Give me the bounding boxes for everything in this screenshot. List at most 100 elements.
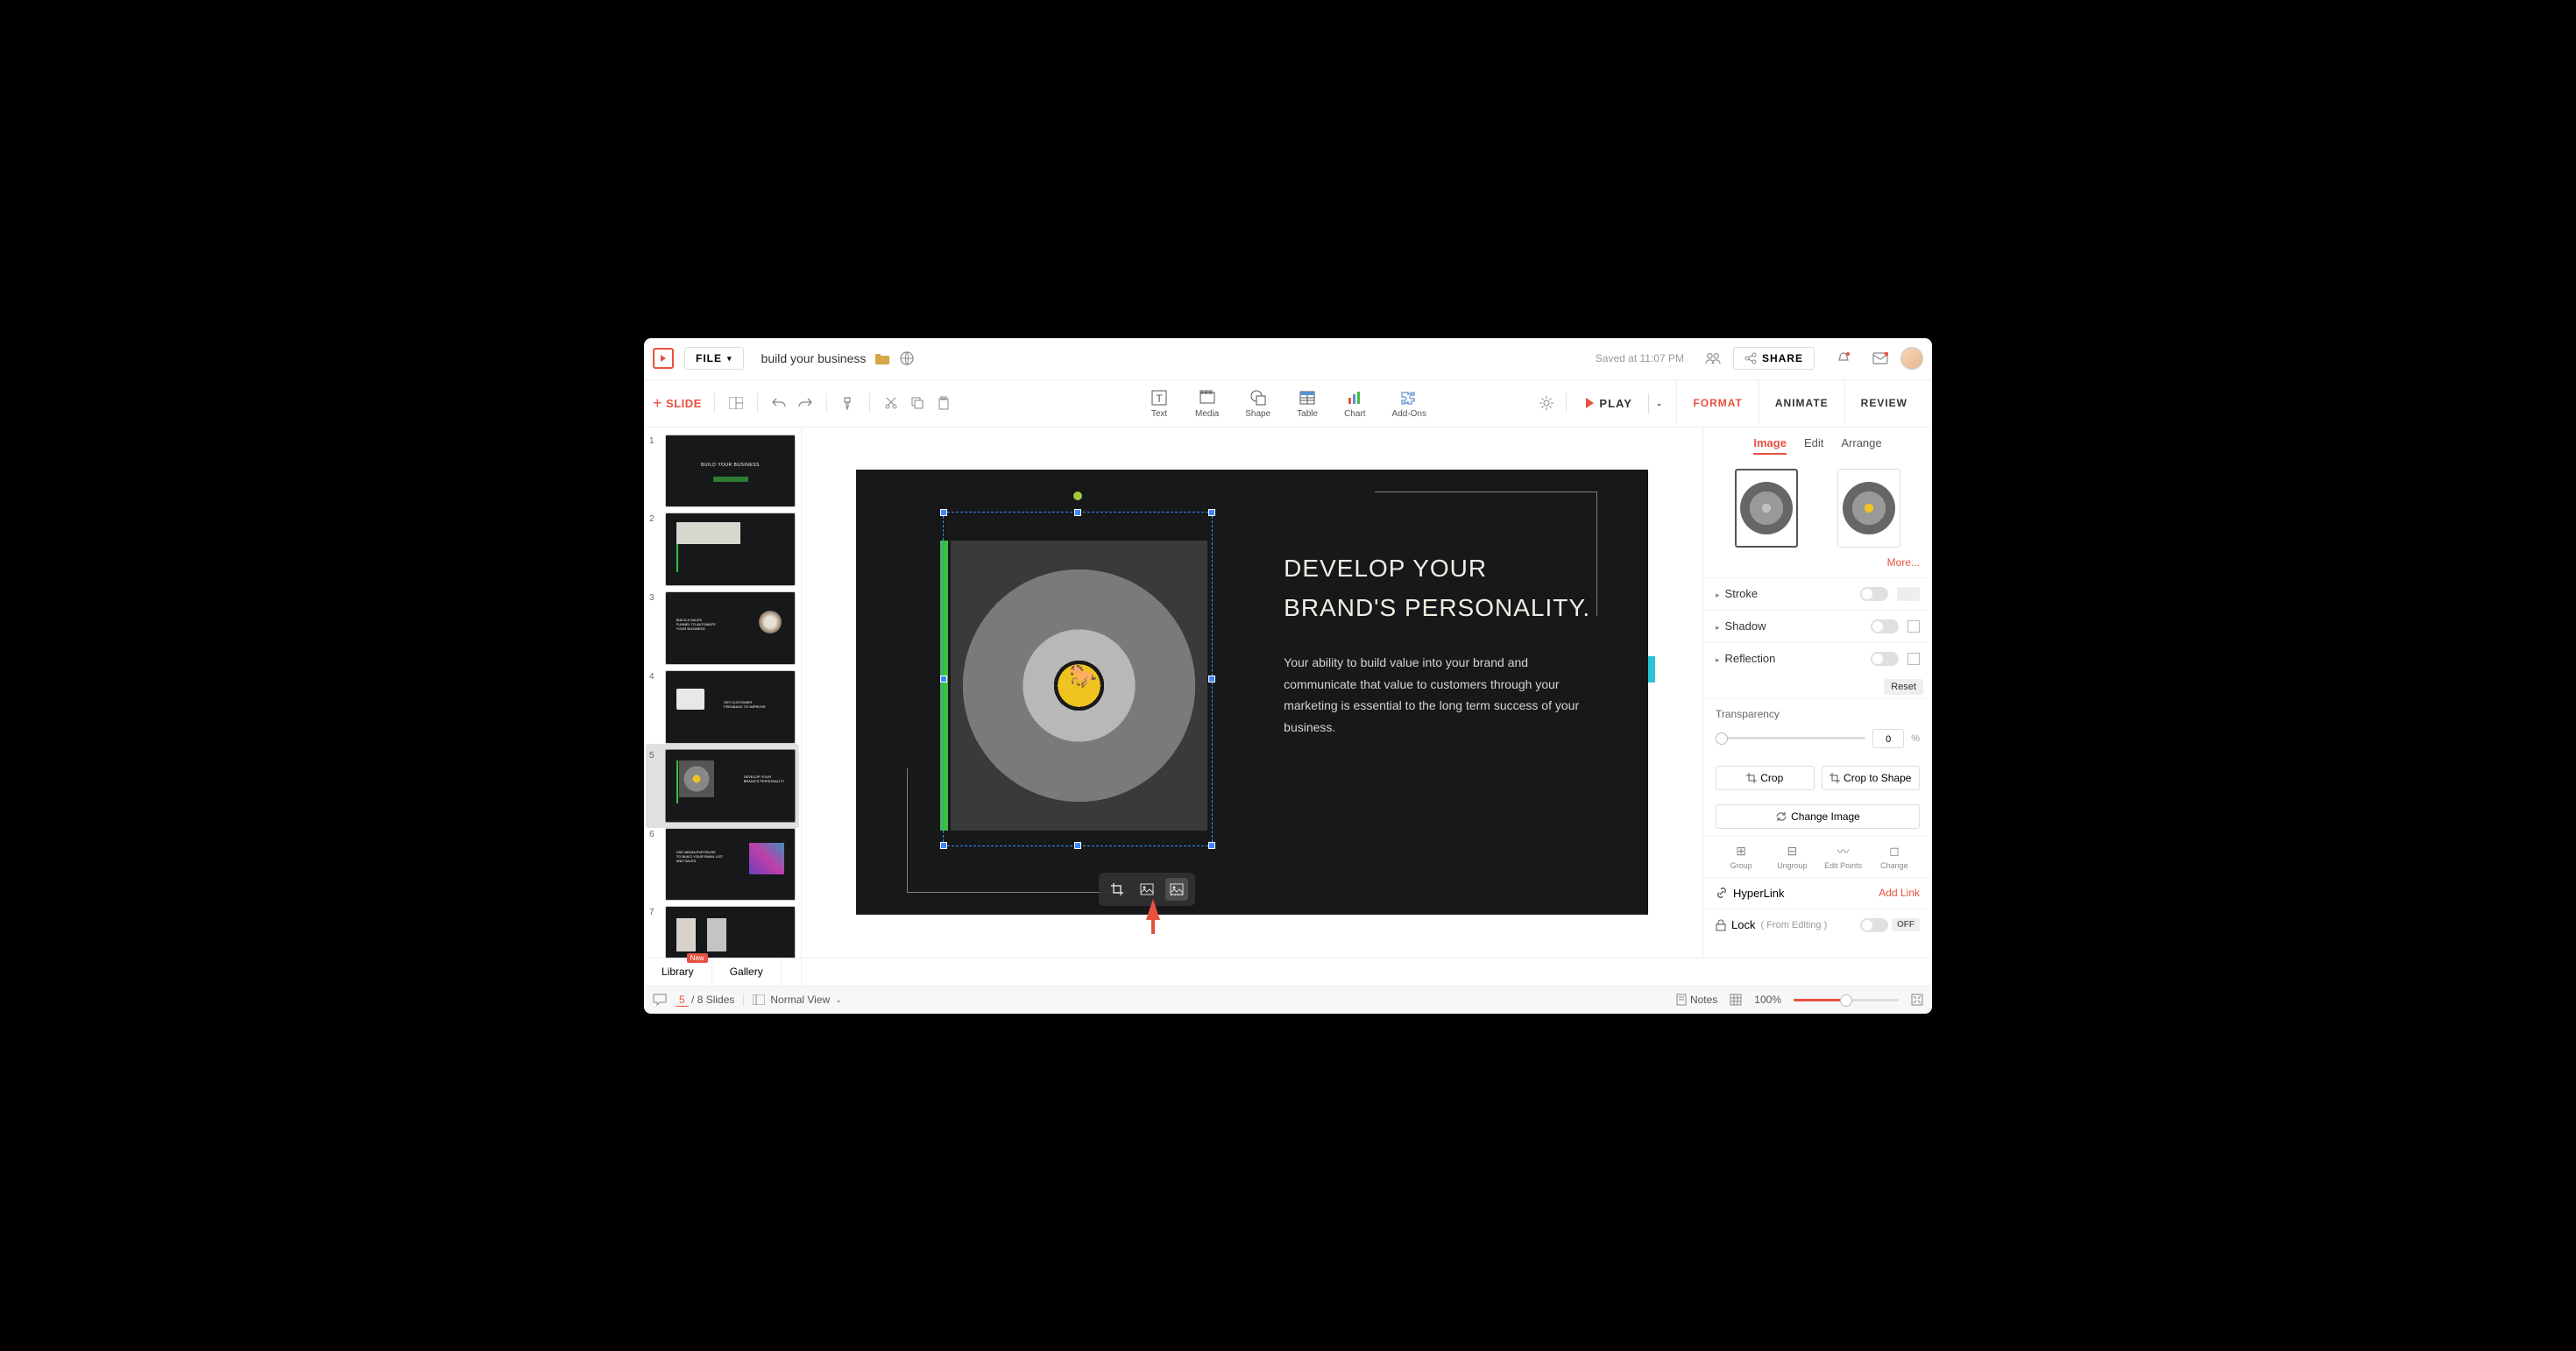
- change-image-button[interactable]: Change Image: [1716, 804, 1920, 829]
- grid-icon[interactable]: [1730, 994, 1742, 1006]
- notes-button[interactable]: Notes: [1676, 994, 1717, 1006]
- copy-icon[interactable]: [909, 394, 926, 412]
- resize-handle[interactable]: [1074, 842, 1081, 849]
- gear-icon[interactable]: [1538, 394, 1555, 412]
- crop-tool-icon[interactable]: [1106, 878, 1129, 901]
- current-slide[interactable]: 🐎 DEVELOP YOUR BRAND'S PERSONALITY. Your…: [856, 470, 1649, 916]
- insert-table[interactable]: Table: [1297, 388, 1318, 419]
- collaborators-icon[interactable]: [1705, 350, 1721, 366]
- play-button[interactable]: PLAY: [1577, 393, 1640, 414]
- thumbnail-6[interactable]: 6USE MEDIA EXPOSURETO BUILD YOUR EMAIL L…: [649, 828, 796, 902]
- resize-handle[interactable]: [940, 676, 947, 683]
- image-preset-2[interactable]: [1837, 469, 1900, 548]
- play-chevron-icon[interactable]: ⌄: [1648, 393, 1670, 414]
- image-settings-icon[interactable]: [1165, 878, 1188, 901]
- file-menu[interactable]: FILE ▾: [684, 347, 744, 370]
- rotation-handle[interactable]: [1073, 492, 1082, 500]
- edit-points-action[interactable]: 〰Edit Points: [1818, 844, 1869, 870]
- panel-tab-edit[interactable]: Edit: [1804, 436, 1823, 455]
- change-action[interactable]: ◻Change: [1869, 844, 1920, 870]
- layout-icon[interactable]: [727, 394, 745, 412]
- chevron-down-icon: ▾: [727, 354, 732, 364]
- selection-outline[interactable]: [943, 512, 1213, 846]
- mail-icon[interactable]: [1872, 350, 1888, 366]
- table-icon: [1298, 388, 1317, 407]
- shadow-preset-icon[interactable]: [1907, 620, 1920, 633]
- undo-icon[interactable]: [770, 394, 788, 412]
- tab-format[interactable]: FORMAT: [1676, 381, 1758, 425]
- tab-review[interactable]: REVIEW: [1844, 381, 1923, 425]
- slide-title[interactable]: DEVELOP YOUR BRAND'S PERSONALITY.: [1284, 549, 1601, 627]
- separator: [869, 393, 870, 413]
- tab-animate[interactable]: ANIMATE: [1759, 381, 1844, 425]
- add-slide-button[interactable]: + SLIDE: [653, 394, 702, 413]
- thumbnail-7[interactable]: 7REPROGRAM YOURMIND FOR BUSINESS SUCCESS: [649, 906, 796, 957]
- slide-body-text[interactable]: Your ability to build value into your br…: [1284, 652, 1601, 738]
- caret-right-icon: ▸: [1716, 591, 1720, 599]
- slide-canvas[interactable]: 🐎 DEVELOP YOUR BRAND'S PERSONALITY. Your…: [802, 428, 1702, 958]
- shadow-row[interactable]: ▸Shadow: [1703, 610, 1932, 642]
- fit-icon[interactable]: [1911, 994, 1923, 1006]
- transparency-slider[interactable]: [1716, 737, 1865, 739]
- library-tab[interactable]: LibraryNew: [644, 958, 712, 986]
- shadow-toggle[interactable]: [1871, 619, 1899, 633]
- paste-icon[interactable]: [935, 394, 952, 412]
- insert-addons[interactable]: Add-Ons: [1392, 388, 1426, 419]
- view-selector[interactable]: Normal View ⌄: [743, 994, 841, 1006]
- thumbnail-1[interactable]: 1BUILD YOUR BUSINESS: [649, 435, 796, 508]
- user-avatar[interactable]: [1900, 347, 1923, 370]
- globe-icon[interactable]: [899, 350, 915, 366]
- resize-handle[interactable]: [1208, 842, 1215, 849]
- thumbnail-2[interactable]: 2: [649, 513, 796, 586]
- zoom-value[interactable]: 100%: [1754, 994, 1781, 1006]
- more-presets-link[interactable]: More...: [1887, 556, 1920, 569]
- reset-button[interactable]: Reset: [1884, 679, 1923, 695]
- insert-chart[interactable]: Chart: [1344, 388, 1365, 419]
- gallery-tab[interactable]: Gallery: [712, 958, 782, 986]
- transparency-value[interactable]: 0: [1872, 729, 1904, 748]
- lock-toggle[interactable]: [1860, 918, 1888, 932]
- group-action[interactable]: ⊞Group: [1716, 844, 1766, 870]
- addons-icon: [1399, 388, 1419, 407]
- share-button[interactable]: SHARE: [1733, 347, 1815, 370]
- thumbnail-3[interactable]: 3BUILD A SALESFUNNEL TO AUTOMATEYOUR BUS…: [649, 591, 796, 665]
- reflection-preset-icon[interactable]: [1907, 653, 1920, 665]
- document-title[interactable]: build your business: [761, 351, 867, 365]
- panel-tab-arrange[interactable]: Arrange: [1841, 436, 1881, 455]
- resize-handle[interactable]: [940, 509, 947, 516]
- stroke-color-swatch[interactable]: [1897, 587, 1920, 601]
- redo-icon[interactable]: [796, 394, 814, 412]
- panel-tab-image[interactable]: Image: [1753, 436, 1787, 455]
- insert-shape[interactable]: Shape: [1245, 388, 1270, 419]
- add-link-button[interactable]: Add Link: [1879, 887, 1920, 899]
- resize-handle[interactable]: [1074, 509, 1081, 516]
- resize-handle[interactable]: [1208, 676, 1215, 683]
- crop-to-shape-button[interactable]: Crop to Shape: [1822, 766, 1921, 790]
- chevron-down-icon: ⌄: [835, 995, 842, 1005]
- side-tab[interactable]: [1648, 656, 1655, 683]
- resize-handle[interactable]: [1208, 509, 1215, 516]
- crop-button[interactable]: Crop: [1716, 766, 1815, 790]
- resize-handle[interactable]: [940, 842, 947, 849]
- replace-image-icon[interactable]: [1136, 878, 1158, 901]
- folder-icon[interactable]: [874, 350, 890, 366]
- reflection-row[interactable]: ▸Reflection: [1703, 642, 1932, 675]
- ungroup-action[interactable]: ⊟Ungroup: [1766, 844, 1817, 870]
- stroke-toggle[interactable]: [1860, 587, 1888, 601]
- slide-thumbnails[interactable]: 1BUILD YOUR BUSINESS 2 3BUILD A SALESFUN…: [644, 428, 802, 958]
- bell-icon[interactable]: [1836, 350, 1851, 366]
- comments-icon[interactable]: [653, 994, 667, 1006]
- thumbnail-4[interactable]: 4GET CUSTOMERFEEDBACK TO IMPROVE: [649, 670, 796, 744]
- cut-icon[interactable]: [882, 394, 900, 412]
- insert-media[interactable]: Media: [1195, 388, 1219, 419]
- image-preset-1[interactable]: [1735, 469, 1798, 548]
- current-slide-number[interactable]: 5: [676, 994, 689, 1007]
- insert-text[interactable]: T Text: [1150, 388, 1169, 419]
- zoom-slider[interactable]: [1794, 999, 1899, 1001]
- stroke-row[interactable]: ▸Stroke: [1703, 577, 1932, 610]
- thumbnail-5[interactable]: 5DEVELOP YOURBRAND'S PERSONALITY: [646, 744, 799, 828]
- app-logo[interactable]: [653, 348, 674, 369]
- hyperlink-label: HyperLink: [1733, 887, 1785, 900]
- format-painter-icon[interactable]: [839, 394, 857, 412]
- reflection-toggle[interactable]: [1871, 652, 1899, 666]
